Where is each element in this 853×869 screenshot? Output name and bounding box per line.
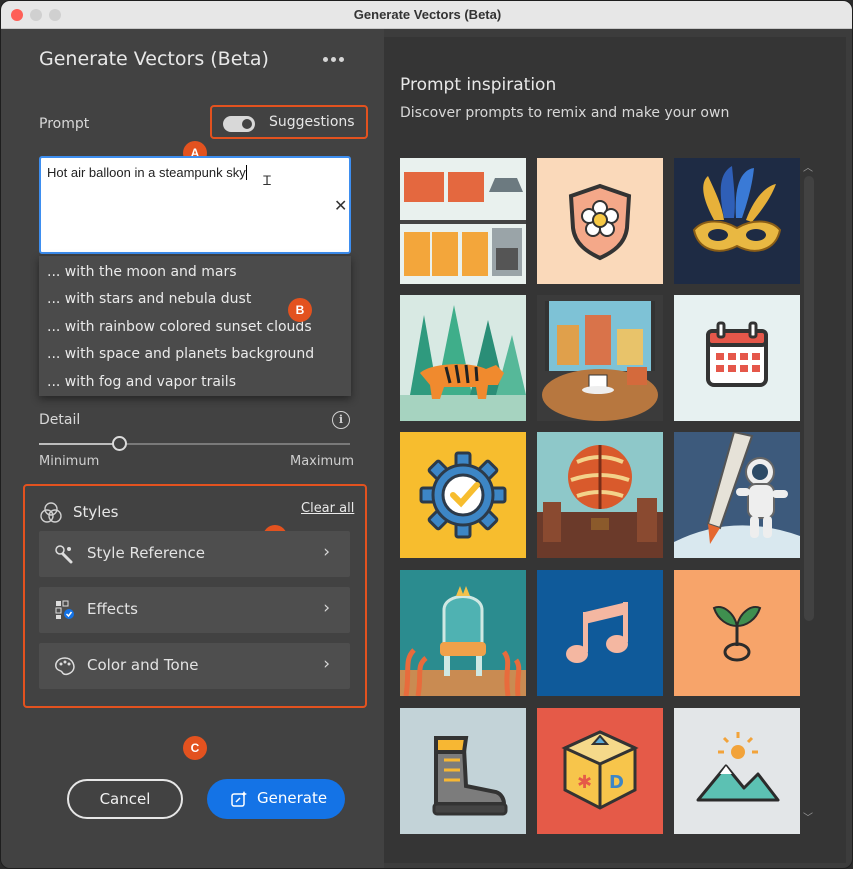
flower-shield-icon[interactable] <box>537 158 663 284</box>
detail-slider-fill <box>39 443 120 445</box>
detail-label: Detail <box>39 412 81 428</box>
suggestions-label: Suggestions <box>269 114 355 130</box>
text-cursor-icon: Ꮖ <box>263 174 272 189</box>
scroll-down-icon[interactable]: ﹀ <box>803 809 813 824</box>
inspiration-scrollbar[interactable] <box>804 176 814 621</box>
suggestion-item[interactable]: ... with stars and nebula dust <box>47 291 251 307</box>
prompt-value: Hot air balloon in a steampunk sky <box>47 165 246 180</box>
annotation-badge-b: B <box>288 298 312 322</box>
carnival-mask-illustration[interactable] <box>674 158 800 284</box>
generate-button[interactable]: Generate <box>207 779 345 819</box>
chevron-right-icon: › <box>323 654 330 674</box>
title-bar: Generate Vectors (Beta) <box>1 1 852 29</box>
gear-check-icon[interactable] <box>400 432 526 558</box>
suggestions-toggle[interactable] <box>223 116 255 132</box>
music-note-icon[interactable] <box>537 570 663 696</box>
suggestion-item[interactable]: ... with the moon and mars <box>47 264 237 280</box>
effects-row[interactable]: Effects › <box>39 587 350 633</box>
chevron-right-icon: › <box>323 542 330 562</box>
cafe-table-illustration[interactable] <box>537 295 663 421</box>
effects-icon <box>55 600 74 619</box>
clear-all-link[interactable]: Clear all <box>301 501 354 516</box>
prompt-text-wrap: Hot air balloon in a steampunk sky <box>47 165 247 180</box>
style-reference-icon <box>55 545 73 564</box>
inspiration-subtitle: Discover prompts to remix and make your … <box>400 105 730 121</box>
boot-icon[interactable] <box>400 708 526 834</box>
palette-icon <box>55 657 75 676</box>
cancel-button[interactable]: Cancel <box>67 779 183 819</box>
hot-air-balloon-illustration[interactable] <box>537 432 663 558</box>
annotation-badge-c: C <box>183 736 207 760</box>
kitchen-illustration[interactable] <box>400 158 526 284</box>
suggestion-item[interactable]: ... with fog and vapor trails <box>47 374 236 390</box>
detail-min-label: Minimum <box>39 454 100 469</box>
suggestion-item[interactable]: ... with space and planets background <box>47 346 314 362</box>
detail-max-label: Maximum <box>290 454 355 469</box>
prompt-label: Prompt <box>39 116 90 132</box>
window-title: Generate Vectors (Beta) <box>353 7 502 22</box>
generate-sparkle-icon <box>231 791 247 807</box>
style-reference-row[interactable]: Style Reference › <box>39 531 350 577</box>
more-options-icon[interactable] <box>321 47 347 71</box>
inspiration-title: Prompt inspiration <box>400 75 557 95</box>
svg-text:✱: ✱ <box>577 772 592 793</box>
panel-title: Generate Vectors (Beta) <box>39 48 269 70</box>
effects-label: Effects <box>87 600 138 618</box>
generate-vectors-window: Generate Vectors (Beta) Generate Vectors… <box>0 0 853 869</box>
suggestion-item[interactable]: ... with rainbow colored sunset clouds <box>47 319 312 335</box>
suggestions-toggle-group: Suggestions <box>211 106 367 140</box>
styles-label: Styles <box>73 503 119 521</box>
suggestions-dropdown: ... with the moon and mars ... with star… <box>39 256 351 396</box>
calendar-icon[interactable] <box>674 295 800 421</box>
underwater-throne-illustration[interactable] <box>400 570 526 696</box>
astronaut-rocket-illustration[interactable] <box>674 432 800 558</box>
styles-icon <box>40 502 62 523</box>
scroll-up-icon[interactable]: ︿ <box>803 159 813 174</box>
info-icon[interactable]: i <box>332 411 350 429</box>
toggle-knob <box>242 119 252 129</box>
svg-text:D: D <box>609 772 624 793</box>
tiger-forest-illustration[interactable] <box>400 295 526 421</box>
detail-slider-thumb[interactable] <box>111 436 127 451</box>
toy-block-icon[interactable]: ✱ D <box>537 708 663 834</box>
style-reference-label: Style Reference <box>87 544 205 562</box>
prompt-input[interactable]: Hot air balloon in a steampunk sky Ꮖ ✕ <box>39 156 351 254</box>
chevron-right-icon: › <box>323 598 330 618</box>
clear-prompt-icon[interactable]: ✕ <box>334 196 347 215</box>
sprout-icon[interactable] <box>674 570 800 696</box>
color-and-tone-label: Color and Tone <box>87 656 199 674</box>
color-and-tone-row[interactable]: Color and Tone › <box>39 643 350 689</box>
generate-label: Generate <box>257 789 328 807</box>
mountain-sun-icon[interactable] <box>674 708 800 834</box>
text-caret <box>245 165 247 180</box>
